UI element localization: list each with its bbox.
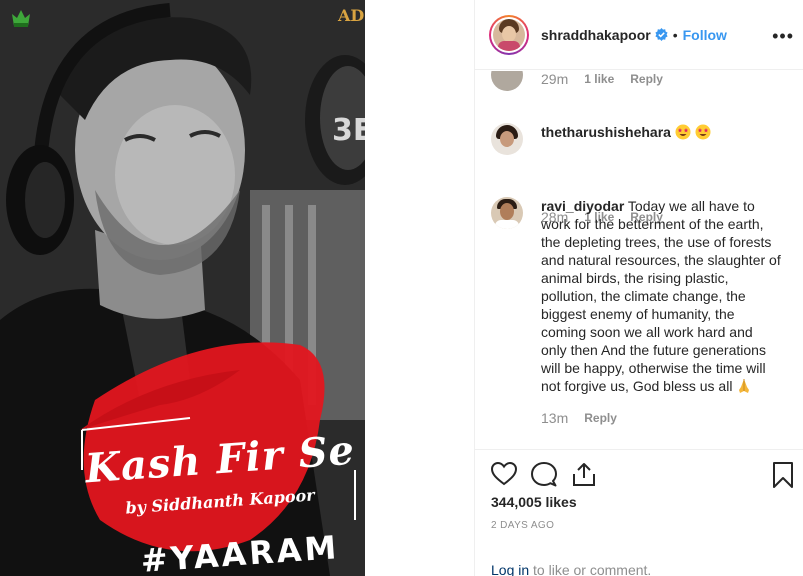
post-media[interactable]: 3E AD Kash Fir Se by Siddhanth Kapoor #Y…: [0, 0, 365, 576]
likes-count[interactable]: 344,005 likes: [491, 494, 577, 510]
comment-item: 29m 1 like Reply: [491, 71, 791, 119]
reply-button[interactable]: Reply: [630, 72, 663, 86]
star-struck-emoji-icon: [675, 124, 691, 144]
profile-avatar[interactable]: [489, 14, 529, 55]
comment-line: biggest enemy of humanity, the: [541, 306, 735, 322]
comment-username[interactable]: thetharushishehara: [541, 124, 671, 140]
comment-line: Today we all have to: [627, 198, 755, 214]
comment-line: coming soon we all work hard and: [541, 324, 753, 340]
login-link[interactable]: Log in: [491, 562, 529, 576]
comment-line: and natural resources, the slaughter of: [541, 252, 781, 268]
comment-meta: 13m Reply: [541, 410, 617, 426]
post-date[interactable]: 2 DAYS AGO: [491, 520, 554, 531]
post-details-panel: shraddhakapoor • Follow ••• 29m 1 like R…: [474, 0, 803, 576]
verified-badge-icon: [655, 28, 668, 41]
more-options-icon[interactable]: •••: [772, 26, 794, 47]
share-icon[interactable]: [571, 462, 597, 492]
post-header: shraddhakapoor • Follow •••: [475, 0, 803, 70]
comment-time: 29m: [541, 71, 569, 87]
commenter-avatar[interactable]: [491, 123, 523, 155]
comment-username[interactable]: ravi_diyodar: [541, 198, 624, 214]
comment-time: 13m: [541, 410, 569, 426]
star-struck-emoji-icon: [695, 124, 711, 144]
post-actions: 344,005 likes 2 DAYS AGO Log in to like …: [475, 449, 803, 576]
comment-text: ravi_diyodar Today we all have to work f…: [541, 197, 796, 398]
comment-line: pollution, the climate change, the: [541, 288, 746, 304]
login-prompt-text: to like or comment.: [529, 562, 652, 576]
comment-meta: 29m 1 like Reply: [541, 71, 663, 87]
comment-line: work for the betterment of the earth,: [541, 216, 764, 232]
comment-item: ravi_diyodar Today we all have to work f…: [491, 197, 791, 437]
comment-item: thetharushishehara 28m 1 like Reply: [491, 123, 791, 225]
separator-dot: •: [672, 26, 678, 43]
comment-line: will be happy, otherwise the time will: [541, 360, 766, 376]
comment-line: only then And the future generations: [541, 342, 766, 358]
bookmark-icon[interactable]: [773, 462, 793, 493]
heart-icon[interactable]: [490, 461, 518, 491]
corner-logo-left: [10, 8, 32, 30]
corner-logo-right: AD: [338, 6, 365, 25]
comments-list[interactable]: 29m 1 like Reply thetharushishehara 28m …: [475, 71, 803, 449]
comment-likes[interactable]: 1 like: [584, 72, 614, 86]
comment-line: animal birds, the rising plastic,: [541, 270, 729, 286]
folded-hands-emoji-icon: [736, 378, 752, 398]
comment-icon[interactable]: [531, 462, 557, 492]
follow-button[interactable]: Follow: [683, 27, 727, 43]
reply-button[interactable]: Reply: [584, 411, 617, 425]
login-prompt: Log in to like or comment.: [491, 562, 651, 576]
comment-line: not forgive us, God bless us all: [541, 378, 733, 394]
username-link[interactable]: shraddhakapoor: [541, 27, 651, 43]
commenter-avatar[interactable]: [491, 71, 523, 91]
comment-line: the depleting trees, the use of forests: [541, 234, 772, 250]
commenter-avatar[interactable]: [491, 197, 523, 229]
avatar: [493, 18, 525, 51]
comment-text: thetharushishehara: [541, 123, 781, 144]
svg-text:3E: 3E: [332, 113, 365, 148]
